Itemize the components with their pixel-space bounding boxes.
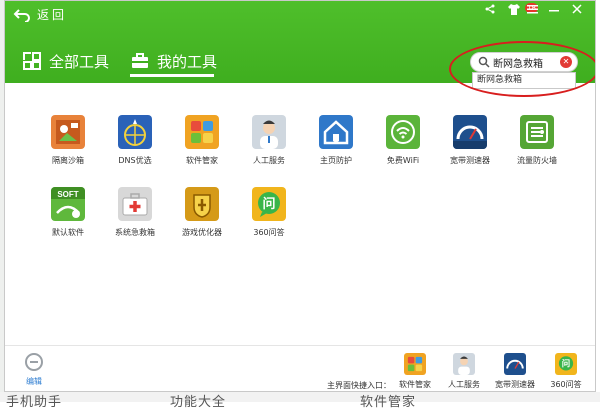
svg-text:问: 问 xyxy=(562,359,570,369)
back-label: 返回 xyxy=(37,8,68,22)
sandbox-icon xyxy=(51,115,85,149)
tool-system-first-aid[interactable]: 系统急救箱 xyxy=(99,187,171,238)
background-text: 软件管家 xyxy=(360,395,417,410)
tool-free-wifi[interactable]: 免费WiFi xyxy=(367,115,439,166)
service-person-icon xyxy=(453,353,475,375)
quick-entry-human-service[interactable]: 人工服务 xyxy=(441,353,487,390)
back-arrow-icon xyxy=(13,8,30,22)
minimize-icon[interactable] xyxy=(545,4,563,17)
firewall-icon xyxy=(520,115,554,149)
tool-isolation-sandbox[interactable]: 隔离沙箱 xyxy=(32,115,104,166)
shortcut-label: 主界面快捷入口： xyxy=(327,381,391,390)
tool-label: 默认软件 xyxy=(52,228,84,237)
speedometer-icon xyxy=(453,115,487,149)
tool-homepage-protection[interactable]: 主页防护 xyxy=(300,115,372,166)
quick-entry-label: 人工服务 xyxy=(448,380,480,389)
tool-label: 系统急救箱 xyxy=(115,228,155,237)
tool-label: 人工服务 xyxy=(253,156,285,165)
tool-broadband-speed-test[interactable]: 宽带测速器 xyxy=(434,115,506,166)
edit-label: 编辑 xyxy=(26,377,42,386)
quick-entry-360-qa[interactable]: 问 360问答 xyxy=(543,353,589,390)
tool-label: 流量防火墙 xyxy=(517,156,557,165)
game-optimizer-icon xyxy=(185,187,219,221)
quick-entry-label: 360问答 xyxy=(550,380,582,389)
tool-label: 游戏优化器 xyxy=(182,228,222,237)
minus-circle-icon xyxy=(25,353,43,371)
quick-entry-software-manager[interactable]: 软件管家 xyxy=(392,353,438,390)
quick-entry-label: 宽带测速器 xyxy=(495,380,535,389)
tool-game-optimizer[interactable]: 游戏优化器 xyxy=(166,187,238,238)
software-manager-icon xyxy=(185,115,219,149)
tool-software-manager[interactable]: 软件管家 xyxy=(166,115,238,166)
tool-label: 主页防护 xyxy=(320,156,352,165)
tool-label: 软件管家 xyxy=(186,156,218,165)
tool-label: 360问答 xyxy=(253,228,285,237)
tool-label: DNS优选 xyxy=(118,156,152,165)
tool-human-service[interactable]: 人工服务 xyxy=(233,115,305,166)
svg-text:问: 问 xyxy=(262,196,275,212)
wifi-icon xyxy=(386,115,420,149)
grid-icon xyxy=(23,52,41,70)
tool-label: 免费WiFi xyxy=(386,156,420,165)
tool-default-software[interactable]: SOFT 默认软件 xyxy=(32,187,104,238)
footer-divider xyxy=(5,345,595,346)
svg-text:SOFT: SOFT xyxy=(57,190,78,199)
service-person-icon xyxy=(252,115,286,149)
tool-traffic-firewall[interactable]: 流量防火墙 xyxy=(501,115,573,166)
edit-button[interactable]: 编辑 xyxy=(21,353,47,387)
tool-360-qa[interactable]: 问 360问答 xyxy=(233,187,305,238)
close-icon[interactable] xyxy=(568,4,586,17)
tab-my-tools-label: 我的工具 xyxy=(157,52,218,71)
qa-icon: 问 xyxy=(555,353,577,375)
qa-icon: 问 xyxy=(252,187,286,221)
toolbox-icon xyxy=(132,53,148,68)
dns-globe-icon xyxy=(118,115,152,149)
default-software-icon: SOFT xyxy=(51,187,85,221)
quick-entry-label: 软件管家 xyxy=(399,380,431,389)
tool-label: 宽带测速器 xyxy=(450,156,490,165)
background-bottom-strip xyxy=(0,392,600,402)
first-aid-kit-icon xyxy=(118,187,152,221)
tool-dns-optimize[interactable]: DNS优选 xyxy=(99,115,171,166)
red-highlight-ring xyxy=(449,41,595,97)
background-text: 功能大全 xyxy=(170,395,227,410)
active-tab-underline xyxy=(130,74,214,77)
menu-icon[interactable] xyxy=(523,4,541,17)
back-button[interactable]: 返回 xyxy=(13,6,67,23)
software-manager-icon xyxy=(404,353,426,375)
tab-all-tools-label: 全部工具 xyxy=(49,52,110,71)
my-tools-window: 返回 18 全部工具 我的工具 断网急救箱 ✕ 断网急救箱 隔离沙箱 DNS优选… xyxy=(4,0,596,392)
home-shield-icon xyxy=(319,115,353,149)
tool-label: 隔离沙箱 xyxy=(52,156,84,165)
tab-all-tools[interactable]: 全部工具 xyxy=(23,47,109,75)
quick-entry-speed-test[interactable]: 宽带测速器 xyxy=(492,353,538,390)
tab-my-tools[interactable]: 我的工具 xyxy=(131,47,217,75)
share-icon[interactable] xyxy=(481,4,499,17)
background-text: 手机助手 xyxy=(6,395,63,410)
shirt-skin-icon[interactable] xyxy=(505,4,523,18)
speedometer-icon xyxy=(504,353,526,375)
